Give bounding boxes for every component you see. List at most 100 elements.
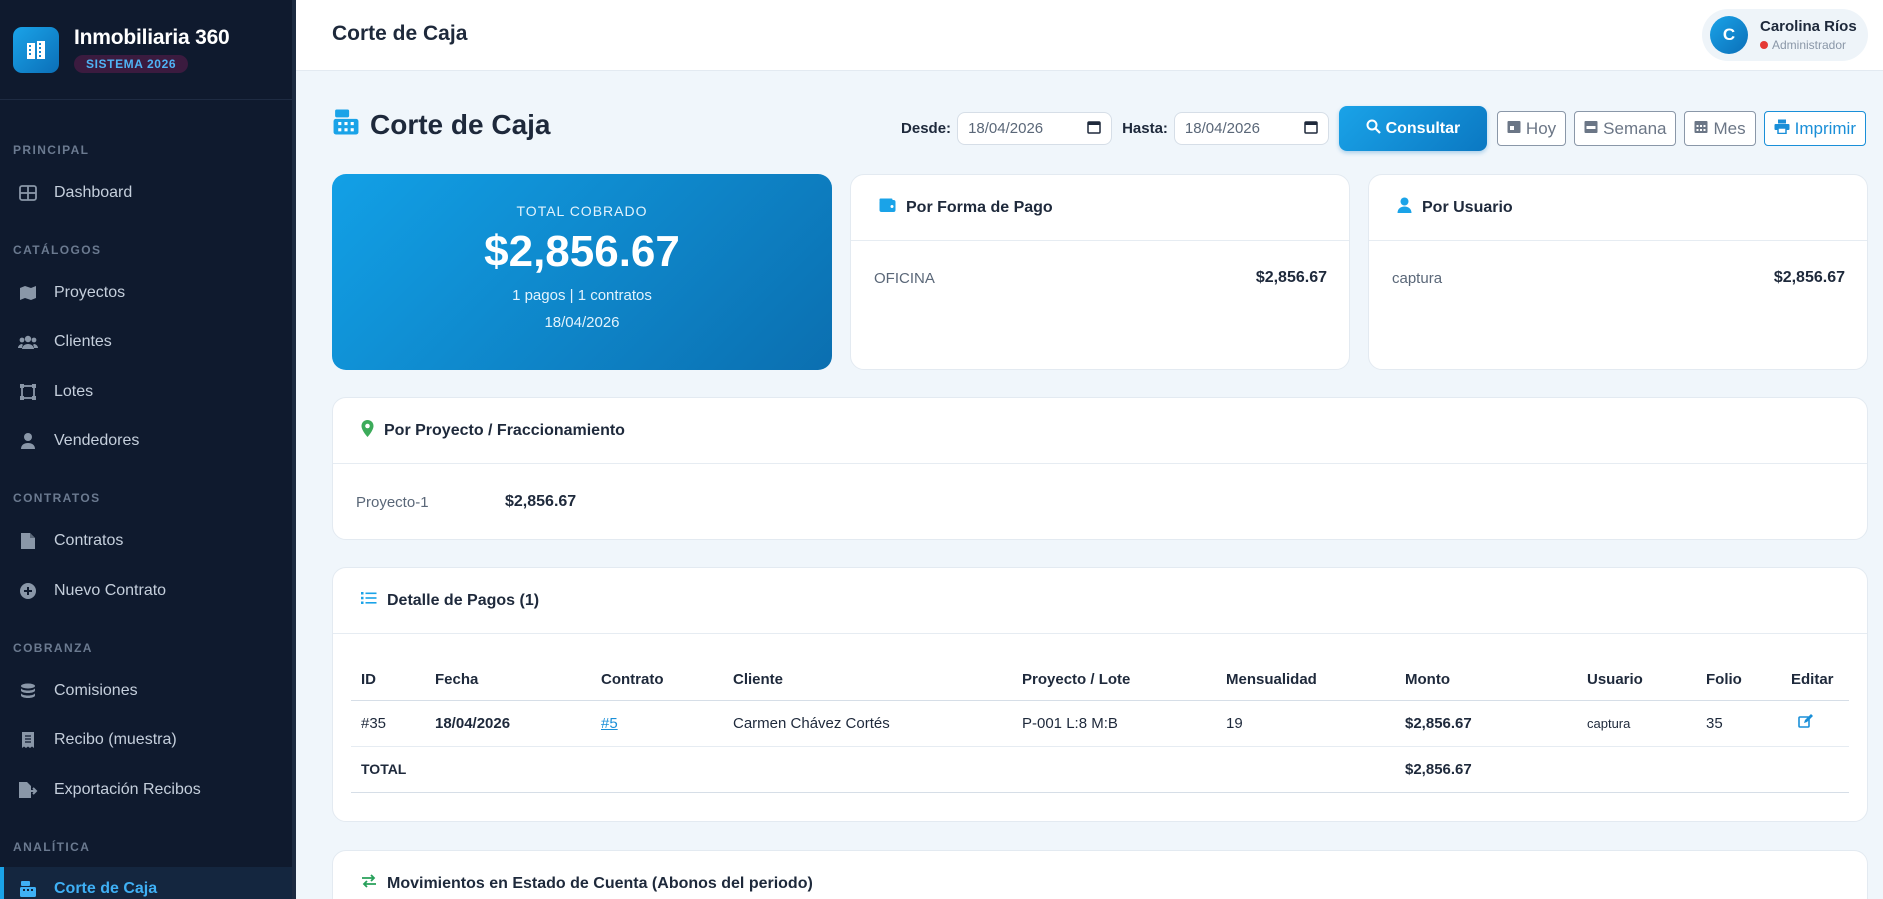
column-header: Mensualidad (1216, 660, 1395, 701)
cell-mensualidad: 19 (1216, 700, 1395, 747)
total-value: $2,856.67 (1395, 746, 1577, 793)
user-role: Administrador (1760, 38, 1857, 52)
page-heading: Corte de Caja (332, 108, 551, 141)
brand[interactable]: Inmobiliaria 360 SISTEMA 2026 (0, 0, 296, 100)
vector-square-icon (18, 382, 38, 402)
por-forma-pago-card: Por Forma de Pago OFICINA $2,856.67 (850, 174, 1350, 370)
por-usuario-title: Por Usuario (1422, 198, 1513, 216)
total-cobrado-date: 18/04/2026 (544, 314, 620, 331)
topbar: Corte de Caja C Carolina Ríos Administra… (296, 0, 1883, 71)
sidebar-item-corte-de-caja[interactable]: Corte de Caja (0, 867, 292, 899)
brand-badge: SISTEMA 2026 (74, 55, 189, 73)
empty-cell (1577, 746, 1849, 793)
total-cobrado-amount: $2,856.67 (484, 227, 680, 276)
print-icon (1774, 119, 1795, 139)
por-proyecto-card: Por Proyecto / Fraccionamiento Proyecto-… (332, 397, 1868, 540)
hasta-date-value: 18/04/2026 (1184, 120, 1260, 137)
semana-label: Semana (1603, 118, 1667, 138)
list-item: captura $2,856.67 (1369, 241, 1867, 315)
sidebar-item-vendedores[interactable]: Vendedores (0, 419, 292, 463)
mes-button[interactable]: Mes (1684, 111, 1756, 146)
calendar-icon[interactable] (1304, 120, 1318, 138)
cash-register-icon (332, 108, 360, 141)
total-cobrado-label: TOTAL COBRADO (516, 203, 648, 219)
imprimir-label: Imprimir (1794, 118, 1856, 138)
sidebar-item-label: Nuevo Contrato (54, 582, 167, 599)
topbar-title: Corte de Caja (332, 22, 468, 45)
filters-bar: Desde: 18/04/2026 Hasta: 18/04/2026 Cons… (901, 106, 1866, 151)
list-item: Proyecto-1 $2,856.67 (333, 464, 1867, 539)
hoy-button[interactable]: Hoy (1496, 111, 1567, 146)
sidebar-item-proyectos[interactable]: Proyectos (0, 271, 292, 315)
total-cobrado-summary: 1 pagos | 1 contratos (512, 287, 652, 304)
sidebar-item-recibo-muestra[interactable]: Recibo (muestra) (0, 718, 292, 762)
exchange-icon (361, 874, 387, 893)
desde-label: Desde: (901, 120, 952, 137)
desde-date-input[interactable]: 18/04/2026 (957, 112, 1113, 145)
cell-usuario: captura (1577, 700, 1696, 747)
card-header: Movimientos en Estado de Cuenta (Abonos … (333, 851, 1867, 899)
calendar-day-icon (1507, 119, 1526, 139)
plus-circle-icon (18, 581, 38, 601)
movimientos-card: Movimientos en Estado de Cuenta (Abonos … (332, 850, 1868, 899)
card-header: Por Forma de Pago (851, 175, 1349, 241)
map-icon (18, 283, 38, 303)
cell-contrato: #5 (591, 700, 723, 747)
cell-fecha: 18/04/2026 (425, 700, 591, 747)
user-menu[interactable]: C Carolina Ríos Administrador (1702, 9, 1868, 61)
calendar-icon[interactable] (1087, 120, 1101, 138)
sidebar-item-label: Lotes (54, 383, 94, 400)
sidebar-item-label: Proyectos (54, 284, 126, 301)
proyecto-name: Proyecto-1 (356, 493, 429, 511)
por-usuario-card: Por Usuario captura $2,856.67 (1368, 174, 1868, 370)
sidebar-item-dashboard[interactable]: Dashboard (0, 171, 292, 215)
sidebar-item-nuevo-contrato[interactable]: Nuevo Contrato (0, 569, 292, 613)
consultar-button[interactable]: Consultar (1338, 106, 1487, 151)
list-icon (361, 591, 387, 610)
edit-icon[interactable] (1798, 713, 1813, 733)
sidebar-item-exportacion-recibos[interactable]: Exportación Recibos (0, 768, 292, 812)
sidebar-item-comisiones[interactable]: Comisiones (0, 669, 292, 713)
sidebar: Inmobiliaria 360 SISTEMA 2026 PRINCIPAL … (0, 0, 296, 899)
nav-section-principal: PRINCIPAL (13, 143, 90, 157)
nav-section-contratos: CONTRATOS (13, 491, 101, 505)
user-tie-icon (18, 431, 38, 451)
imprimir-button[interactable]: Imprimir (1763, 111, 1866, 146)
user-icon (1397, 197, 1422, 218)
forma-pago-amount: $2,856.67 (1255, 269, 1327, 286)
hasta-label: Hasta: (1122, 120, 1168, 137)
coins-icon (18, 681, 38, 701)
sidebar-item-label: Vendedores (54, 432, 140, 449)
search-icon (1366, 119, 1386, 139)
sidebar-item-lotes[interactable]: Lotes (0, 370, 292, 414)
contrato-link[interactable]: #5 (601, 715, 618, 732)
building-icon (13, 26, 59, 73)
user-role-label: Administrador (1772, 38, 1847, 52)
file-export-icon (18, 780, 38, 800)
avatar: C (1710, 16, 1748, 54)
card-header: Detalle de Pagos (1) (333, 568, 1867, 634)
sidebar-item-label: Recibo (muestra) (54, 731, 177, 748)
table-total-row: TOTAL $2,856.67 (351, 746, 1849, 793)
sidebar-item-contratos[interactable]: Contratos (0, 519, 292, 563)
table-header-row: ID Fecha Contrato Cliente Proyecto / Lot… (351, 660, 1849, 701)
por-proyecto-title: Por Proyecto / Fraccionamiento (384, 421, 625, 439)
semana-button[interactable]: Semana (1574, 111, 1677, 146)
usuario-amount: $2,856.67 (1773, 269, 1845, 286)
cell-proyecto-lote: P-001 L:8 M:B (1012, 700, 1216, 747)
sidebar-item-label: Dashboard (54, 184, 133, 201)
movimientos-title: Movimientos en Estado de Cuenta (Abonos … (387, 874, 813, 892)
user-name: Carolina Ríos (1760, 18, 1857, 35)
mes-label: Mes (1713, 118, 1746, 138)
column-header: ID (351, 660, 425, 701)
column-header: Editar (1781, 660, 1849, 701)
status-dot-icon (1760, 41, 1768, 49)
sidebar-item-clientes[interactable]: Clientes (0, 320, 292, 364)
por-forma-pago-title: Por Forma de Pago (906, 198, 1053, 216)
cell-id: #35 (351, 700, 425, 747)
column-header: Proyecto / Lote (1012, 660, 1216, 701)
hasta-date-input[interactable]: 18/04/2026 (1173, 112, 1329, 145)
column-header: Folio (1696, 660, 1781, 701)
hoy-label: Hoy (1525, 118, 1557, 138)
usuario-name: captura (1392, 269, 1443, 287)
